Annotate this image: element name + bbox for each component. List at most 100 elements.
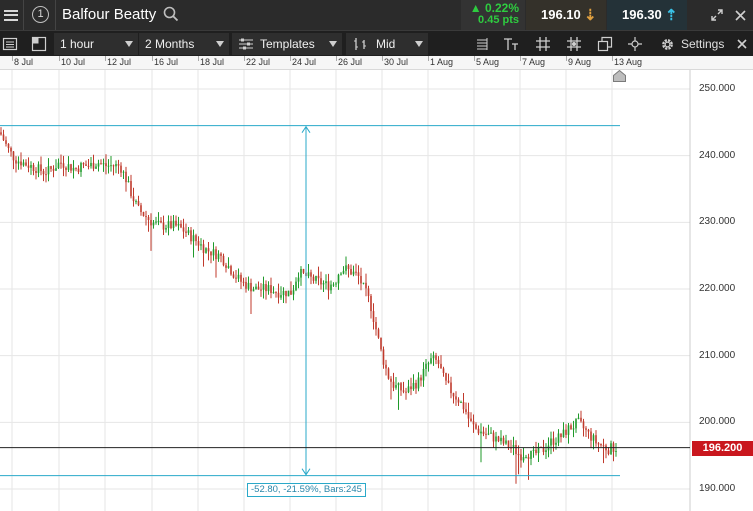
- interval-select[interactable]: 1 hour: [54, 33, 138, 55]
- candle-body: [47, 166, 50, 175]
- price-tick-label: 240.000: [699, 149, 736, 161]
- candle-body: [185, 231, 187, 233]
- candle-body: [610, 443, 612, 455]
- list-icon[interactable]: [2, 36, 18, 52]
- templates-label: Templates: [260, 37, 315, 51]
- candle-body: [97, 163, 100, 167]
- candle-body: [75, 167, 77, 169]
- price-tick-label: 220.000: [699, 283, 736, 294]
- candle-body: [52, 168, 55, 171]
- candle-body: [205, 248, 207, 253]
- candle-body: [190, 230, 192, 242]
- candle-body: [27, 165, 30, 168]
- candle-body: [580, 417, 582, 422]
- candle-body: [585, 428, 587, 430]
- candle-body: [370, 295, 372, 312]
- price-type-select[interactable]: Mid: [346, 33, 428, 55]
- candle-body: [152, 222, 155, 226]
- candle-body: [102, 163, 105, 165]
- candle-body: [362, 282, 365, 284]
- expand-icon[interactable]: [706, 0, 728, 30]
- event-marker-icon[interactable]: [613, 70, 626, 82]
- candle-body: [2, 134, 5, 141]
- crosshair-icon[interactable]: [627, 36, 643, 52]
- search-icon[interactable]: [163, 6, 179, 22]
- date-label: 16 Jul: [154, 57, 179, 67]
- date-tick: [474, 56, 475, 61]
- candle-body: [122, 171, 125, 173]
- candle-body: [210, 251, 212, 256]
- candle-body: [290, 290, 292, 295]
- candle-body: [162, 222, 165, 230]
- range-select[interactable]: 2 Months: [139, 33, 229, 55]
- candle-body: [565, 429, 567, 435]
- candle-body: [245, 281, 247, 289]
- date-tick: [152, 56, 153, 61]
- candle-body: [480, 431, 482, 434]
- candle-body: [360, 275, 362, 284]
- candle-body: [357, 272, 360, 276]
- candle-body: [180, 223, 182, 228]
- date-label: 10 Jul: [61, 57, 86, 67]
- candle-body: [615, 451, 617, 453]
- templates-select[interactable]: Templates: [232, 33, 342, 55]
- instrument-name[interactable]: Balfour Beatty: [62, 6, 156, 23]
- candle-body: [387, 368, 390, 379]
- candle-body: [260, 289, 262, 291]
- candle-body: [270, 285, 272, 293]
- crosshair-grid-icon[interactable]: [566, 36, 582, 52]
- layout-icon[interactable]: [31, 36, 47, 52]
- candle-body: [300, 268, 302, 278]
- candle-body: [332, 284, 335, 286]
- candle-body: [592, 435, 595, 441]
- candle-body: [17, 161, 20, 164]
- price-tick-label: 230.000: [699, 216, 736, 228]
- candle-body: [207, 248, 210, 252]
- change-points: 0.45 pts: [478, 14, 519, 26]
- candle-body: [230, 266, 232, 275]
- candle-body: [355, 271, 357, 273]
- candle-body: [350, 268, 352, 275]
- price-type-value: Mid: [376, 37, 396, 51]
- candle-body: [202, 244, 205, 253]
- text-size-icon[interactable]: [503, 36, 519, 52]
- candle-body: [50, 166, 52, 169]
- candle-body: [67, 164, 70, 170]
- candle-body: [105, 163, 107, 167]
- candle-body: [507, 440, 510, 448]
- date-label: 9 Aug: [568, 57, 592, 67]
- candle-body: [395, 385, 397, 388]
- copy-icon[interactable]: [597, 36, 613, 52]
- sell-price-button[interactable]: 196.10 ⇣: [526, 0, 606, 30]
- close-toolbar-icon[interactable]: [731, 31, 753, 57]
- buy-price-button[interactable]: 196.30 ⇡: [607, 0, 687, 30]
- candle-body: [287, 290, 290, 297]
- sell-price: 196.10: [541, 7, 581, 22]
- candle-body: [85, 164, 87, 166]
- price-chart[interactable]: [0, 70, 753, 511]
- close-icon[interactable]: [729, 0, 751, 30]
- arrow-down-icon: ⇣: [584, 7, 597, 24]
- candle-body: [80, 163, 82, 172]
- measure-tool-label[interactable]: -52.80, -21.59%, Bars:245: [247, 483, 366, 497]
- chart-number-badge[interactable]: 1: [32, 6, 49, 23]
- candle-body: [235, 277, 237, 279]
- candle-body: [602, 445, 605, 447]
- candle-body: [232, 274, 235, 278]
- candle-body: [7, 143, 10, 149]
- candle-body: [397, 383, 400, 386]
- candle-body: [420, 377, 422, 381]
- candle-body: [182, 227, 185, 232]
- candle-body: [167, 221, 170, 229]
- date-tick: [566, 56, 567, 61]
- hamburger-menu-icon[interactable]: [0, 0, 22, 30]
- grid-icon[interactable]: [535, 36, 551, 52]
- candle-body: [130, 181, 132, 197]
- settings-button[interactable]: Settings: [660, 31, 724, 57]
- candle-body: [495, 436, 497, 442]
- candle-body: [200, 244, 202, 246]
- candle-body: [450, 382, 452, 394]
- date-tick: [12, 56, 13, 61]
- candle-body: [385, 364, 387, 369]
- indicator-list-icon[interactable]: [474, 36, 490, 52]
